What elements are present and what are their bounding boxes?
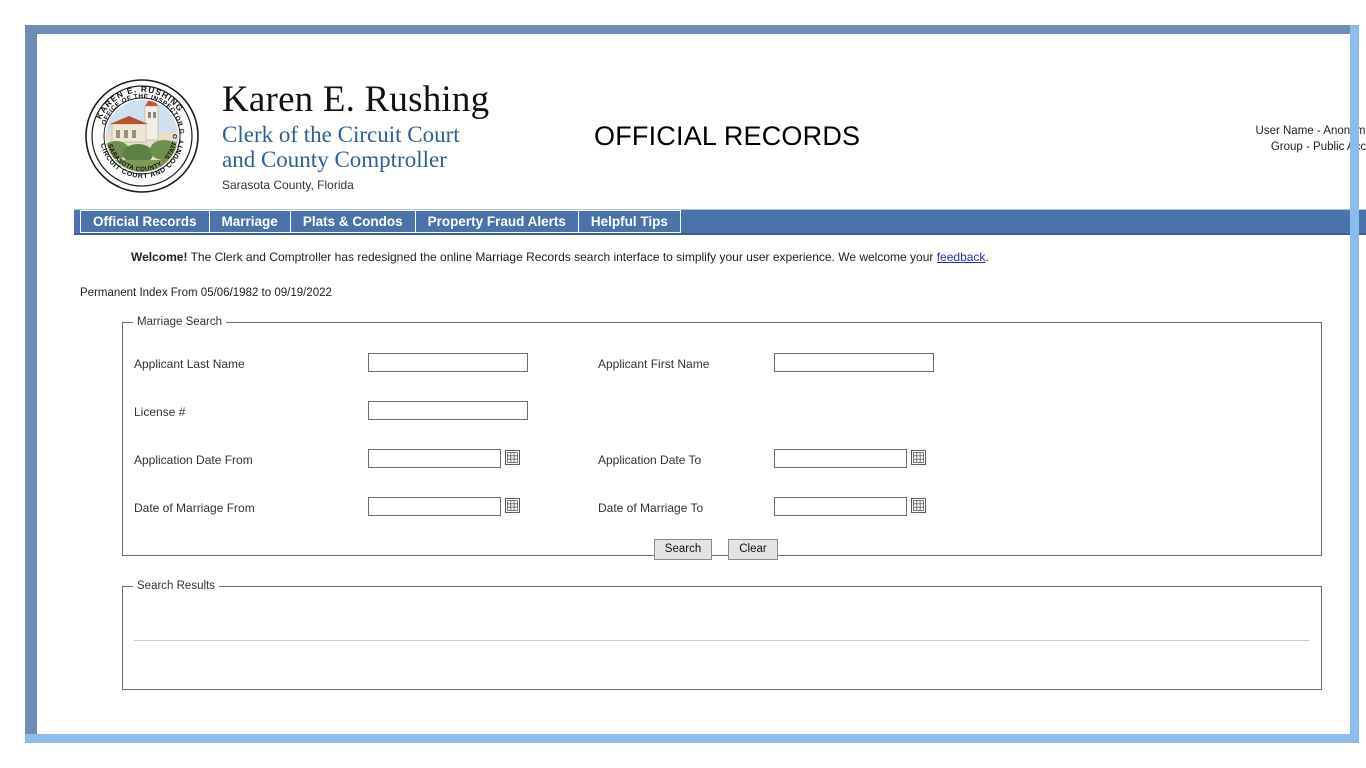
label-applicant-last-name: Applicant Last Name bbox=[134, 357, 245, 371]
marriage-search-legend: Marriage Search bbox=[137, 316, 223, 328]
org-name: Karen E. Rushing bbox=[222, 79, 490, 120]
search-results-panel: Search Results bbox=[122, 580, 1322, 690]
page-title: OFFICIAL RECORDS bbox=[594, 121, 861, 151]
welcome-message: Welcome! The Clerk and Comptroller has r… bbox=[131, 250, 989, 264]
label-application-date-from: Application Date From bbox=[134, 453, 253, 467]
org-role-line-1: Clerk of the Circuit Court bbox=[222, 122, 460, 147]
page-frame: KAREN E. RUSHING CIRCUIT COURT AND COUNT… bbox=[25, 25, 1366, 768]
label-applicant-first-name: Applicant First Name bbox=[598, 357, 710, 371]
calendar-icon[interactable] bbox=[911, 450, 926, 465]
search-button[interactable]: Search bbox=[654, 539, 712, 560]
permanent-index-range: Permanent Index From 05/06/1982 to 09/19… bbox=[80, 287, 332, 299]
org-location: Sarasota County, Florida bbox=[222, 178, 354, 192]
results-divider bbox=[134, 640, 1309, 641]
label-application-date-to: Application Date To bbox=[598, 453, 702, 467]
horizontal-scrollbar[interactable] bbox=[25, 734, 1359, 743]
nav-tab-marriage[interactable]: Marriage bbox=[208, 210, 290, 233]
nav-tab-helpful-tips[interactable]: Helpful Tips bbox=[577, 210, 680, 233]
date-of-marriage-from-input[interactable] bbox=[368, 497, 501, 516]
welcome-bold-prefix: Welcome! bbox=[131, 250, 188, 264]
seal-icon: KAREN E. RUSHING CIRCUIT COURT AND COUNT… bbox=[82, 72, 202, 200]
applicant-first-name-input[interactable] bbox=[774, 353, 934, 372]
license-number-input[interactable] bbox=[368, 401, 528, 420]
browser-viewport: KAREN E. RUSHING CIRCUIT COURT AND COUNT… bbox=[0, 0, 1366, 768]
label-date-of-marriage-from: Date of Marriage From bbox=[134, 501, 255, 515]
nav-tab-plats-condos[interactable]: Plats & Condos bbox=[289, 210, 415, 233]
applicant-last-name-input[interactable] bbox=[368, 353, 528, 372]
main-content: Welcome! The Clerk and Comptroller has r… bbox=[74, 235, 1366, 768]
marriage-search-panel: Marriage Search Applicant Last Name Appl… bbox=[122, 316, 1322, 560]
site-header: KAREN E. RUSHING CIRCUIT COURT AND COUNT… bbox=[74, 68, 1366, 210]
welcome-body: The Clerk and Comptroller has redesigned… bbox=[187, 250, 937, 264]
clear-button[interactable]: Clear bbox=[728, 539, 778, 560]
application-date-from-input[interactable] bbox=[368, 449, 501, 468]
page-body: KAREN E. RUSHING CIRCUIT COURT AND COUNT… bbox=[74, 68, 1366, 768]
nav-tab-property-fraud-alerts[interactable]: Property Fraud Alerts bbox=[414, 210, 578, 233]
label-date-of-marriage-to: Date of Marriage To bbox=[598, 501, 704, 515]
org-role-line-2: and County Comptroller bbox=[222, 147, 447, 172]
org-title-block: Karen E. Rushing Clerk of the Circuit Co… bbox=[222, 78, 552, 192]
calendar-icon[interactable] bbox=[505, 450, 520, 465]
calendar-icon[interactable] bbox=[911, 498, 926, 513]
date-of-marriage-to-input[interactable] bbox=[774, 497, 907, 516]
label-license-number: License # bbox=[134, 405, 186, 419]
main-navigation: Official Records Marriage Plats & Condos… bbox=[74, 210, 1366, 235]
nav-tab-official-records[interactable]: Official Records bbox=[80, 210, 209, 233]
search-results-legend: Search Results bbox=[137, 580, 215, 592]
nav-tab-list: Official Records Marriage Plats & Condos… bbox=[80, 210, 681, 233]
welcome-suffix: . bbox=[985, 250, 989, 264]
feedback-link[interactable]: feedback bbox=[937, 250, 986, 264]
calendar-icon[interactable] bbox=[505, 498, 520, 513]
vertical-scrollbar[interactable] bbox=[1350, 25, 1359, 743]
application-date-to-input[interactable] bbox=[774, 449, 907, 468]
